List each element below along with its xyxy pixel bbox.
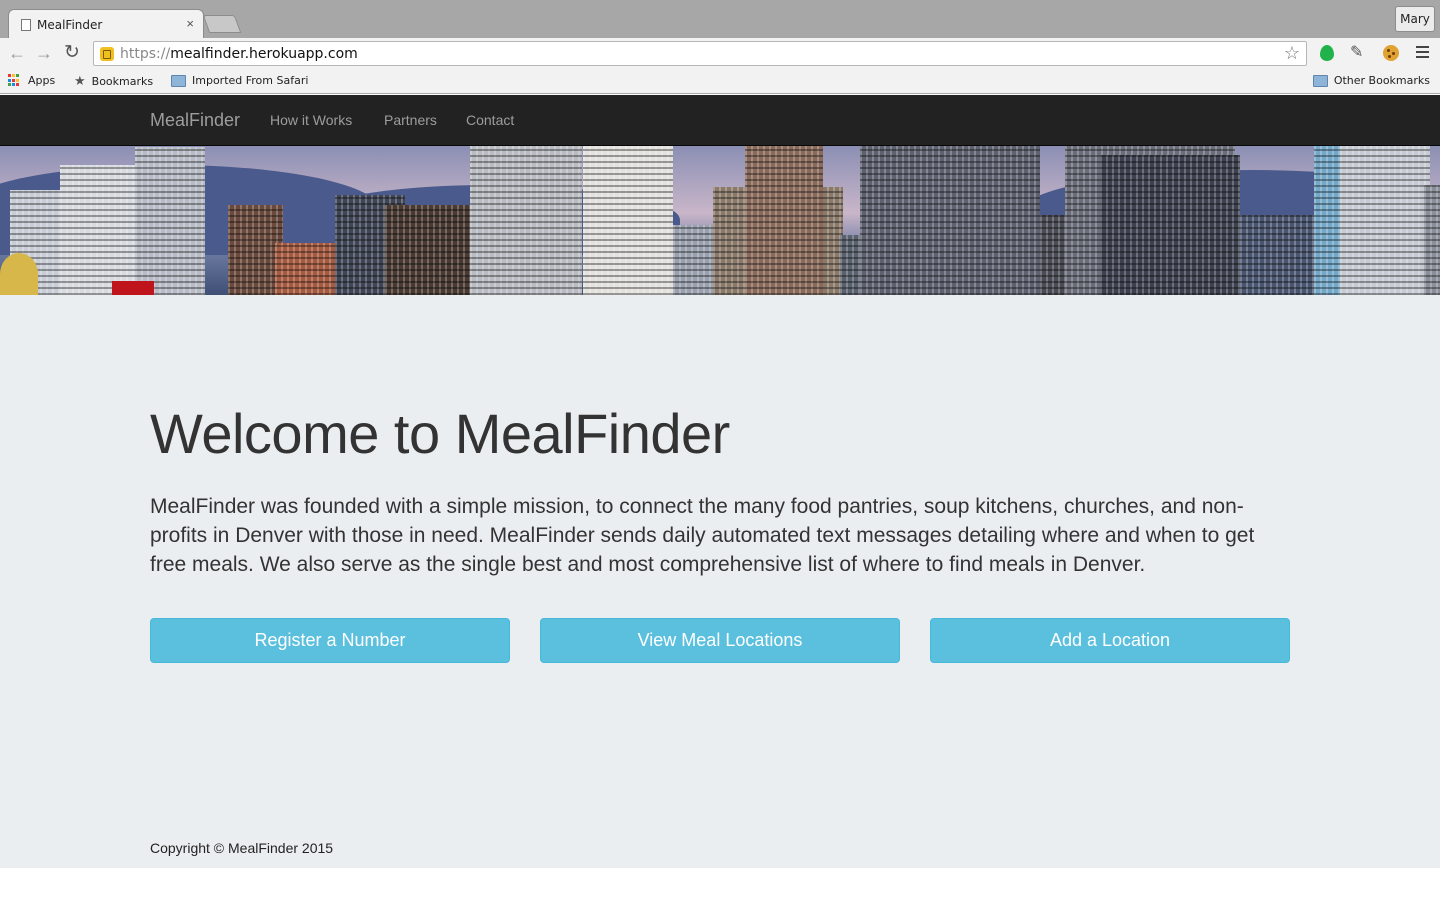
bookmark-bookmarks-label: Bookmarks — [91, 75, 154, 88]
lock-icon — [100, 46, 114, 61]
browser-tab-strip: MealFinder × Mary — [0, 0, 1440, 39]
eyedropper-extension-icon[interactable]: ✎ — [1350, 44, 1368, 62]
profile-button[interactable]: Mary — [1395, 6, 1435, 32]
folder-icon — [171, 74, 186, 87]
view-meal-locations-button[interactable]: View Meal Locations — [540, 618, 900, 663]
new-tab-button[interactable] — [202, 15, 242, 33]
url-host: mealfinder.herokuapp.com — [170, 45, 358, 62]
page-icon — [21, 18, 31, 31]
bookmark-other-folder[interactable]: Other Bookmarks — [1312, 74, 1430, 87]
footer-copyright: Copyright © MealFinder 2015 — [150, 840, 334, 856]
bookmark-imported-folder[interactable]: Imported From Safari — [171, 74, 308, 87]
folder-icon — [1312, 74, 1328, 87]
bookmark-apps[interactable]: Apps — [8, 74, 55, 87]
reload-icon[interactable]: ↻ — [62, 43, 82, 63]
url-scheme: https:// — [120, 45, 171, 62]
nav-link-how-it-works[interactable]: How it Works — [270, 112, 352, 128]
nav-link-partners[interactable]: Partners — [384, 112, 437, 128]
star-icon: ★ — [74, 74, 86, 89]
jumbotron: Welcome to MealFinder MealFinder was fou… — [0, 295, 1440, 868]
mission-paragraph: MealFinder was founded with a simple mis… — [150, 495, 1255, 576]
tab-title: MealFinder — [37, 17, 103, 32]
evernote-extension-icon[interactable] — [1318, 44, 1336, 62]
nav-link-contact[interactable]: Contact — [466, 112, 514, 128]
register-number-button[interactable]: Register a Number — [150, 618, 510, 663]
bookmark-other-label: Other Bookmarks — [1333, 74, 1430, 87]
tab-close-icon[interactable]: × — [186, 16, 194, 31]
back-arrow-icon[interactable]: ← — [7, 43, 27, 63]
bookmark-bookmarks[interactable]: ★ Bookmarks — [74, 74, 153, 89]
bookmark-star-icon[interactable]: ☆ — [1284, 43, 1300, 64]
add-location-button[interactable]: Add a Location — [930, 618, 1290, 663]
page-title: Welcome to MealFinder — [150, 402, 730, 465]
bookmark-imported-label: Imported From Safari — [192, 74, 309, 87]
city-skyline-banner — [0, 146, 1440, 295]
apps-grid-icon — [8, 74, 21, 87]
address-bar[interactable]: https:// mealfinder.herokuapp.com ☆ — [93, 41, 1307, 66]
bookmark-apps-label: Apps — [28, 74, 56, 87]
forward-arrow-icon[interactable]: → — [34, 43, 54, 63]
browser-toolbar: ← → ↻ https:// mealfinder.herokuapp.com … — [0, 38, 1440, 69]
site-navbar: MealFinder How it Works Partners Contact — [0, 95, 1440, 146]
cookie-extension-icon[interactable] — [1382, 44, 1400, 62]
bookmarks-bar: Apps ★ Bookmarks Imported From Safari Ot… — [0, 69, 1440, 94]
browser-menu-icon[interactable] — [1416, 46, 1430, 60]
browser-tab-active[interactable]: MealFinder × — [8, 9, 204, 39]
navbar-brand[interactable]: MealFinder — [150, 110, 240, 131]
